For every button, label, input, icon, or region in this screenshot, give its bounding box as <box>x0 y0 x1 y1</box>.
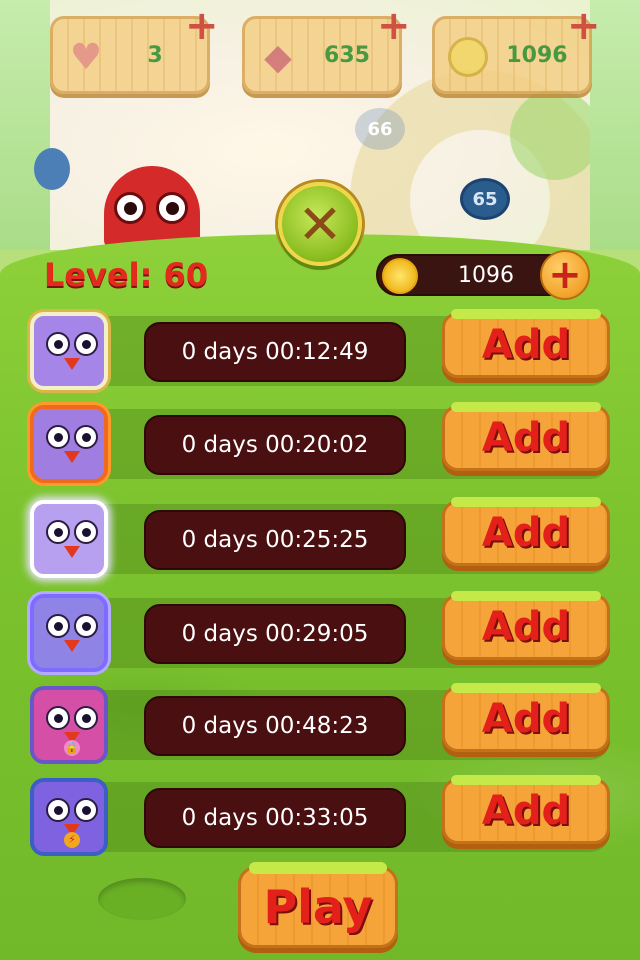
gems-counter: ◆ 635 + <box>242 6 411 94</box>
add-booster-button[interactable]: Add <box>442 497 610 566</box>
lock-bird-icon: 🔒 <box>30 686 108 764</box>
booster-timer: 0 days 00:20:02 <box>144 415 406 475</box>
lock-icon: 🔒 <box>64 740 80 756</box>
booster-timer: 0 days 00:33:05 <box>144 788 406 848</box>
coin-balance-value: 1096 <box>458 263 514 288</box>
fire-frame-bird-icon <box>30 405 108 483</box>
heart-icon: ♥ <box>69 36 103 78</box>
lives-counter: ♥ 3 + <box>50 6 219 94</box>
bird-eye <box>46 706 70 730</box>
booster-timer: 0 days 00:29:05 <box>144 604 406 664</box>
map-level-node: 66 <box>355 108 405 150</box>
bird-eye <box>46 425 70 449</box>
bird-eye <box>46 332 70 356</box>
booster-timer: 0 days 00:25:25 <box>144 510 406 570</box>
add-gems-plus-icon: + <box>377 3 411 49</box>
bird-eye <box>46 614 70 638</box>
bird-eye <box>156 192 188 224</box>
blue-frame-bird-icon <box>30 594 108 672</box>
gem-icon: ◆ <box>264 36 292 78</box>
add-lives-plus-icon: + <box>185 3 219 49</box>
bird-eye <box>114 192 146 224</box>
buy-coins-button[interactable]: + <box>540 250 590 300</box>
booster-row: 🔒 0 days 00:48:23 Add <box>30 683 610 764</box>
bird-beak <box>64 546 80 558</box>
bird-beak <box>64 451 80 463</box>
booster-row: 0 days 00:12:49 Add <box>30 309 610 390</box>
booster-row: 0 days 00:29:05 Add <box>30 591 610 672</box>
add-booster-button[interactable]: Add <box>442 309 610 378</box>
bird-eye <box>46 798 70 822</box>
bird-eye <box>46 520 70 544</box>
alarm-clock-bird-icon: ⚡ <box>30 778 108 856</box>
frost-frame-bird-icon <box>30 312 108 390</box>
bird-eye <box>74 520 98 544</box>
add-booster-button[interactable]: Add <box>442 683 610 752</box>
panel-decoration-hole <box>98 878 186 920</box>
lightning-bird-icon <box>30 500 108 578</box>
bird-beak <box>64 358 80 370</box>
add-booster-button[interactable]: Add <box>442 591 610 660</box>
bird-eye <box>74 425 98 449</box>
booster-timer: 0 days 00:12:49 <box>144 322 406 382</box>
left-background <box>0 0 50 250</box>
booster-row: 0 days 00:20:02 Add <box>30 402 610 483</box>
map-level-node <box>34 148 70 190</box>
bird-eye <box>74 798 98 822</box>
lightning-icon: ⚡ <box>64 832 80 848</box>
add-booster-button[interactable]: Add <box>442 775 610 844</box>
bird-eye <box>74 332 98 356</box>
bird-eye <box>74 706 98 730</box>
coin-icon <box>443 35 493 79</box>
booster-timer: 0 days 00:48:23 <box>144 696 406 756</box>
play-button[interactable]: Play <box>238 862 398 948</box>
level-label: Level: 60 <box>44 256 209 294</box>
add-booster-button[interactable]: Add <box>442 402 610 471</box>
bird-beak <box>64 640 80 652</box>
bird-eye <box>74 614 98 638</box>
map-level-node: 65 <box>460 178 510 220</box>
booster-row: 0 days 00:25:25 Add <box>30 497 610 578</box>
coins-counter: 1096 + <box>432 6 601 94</box>
map-bush <box>510 90 590 180</box>
close-button[interactable]: ✕ <box>278 182 362 266</box>
add-coins-plus-icon: + <box>567 3 601 49</box>
booster-row: ⚡ 0 days 00:33:05 Add <box>30 775 610 856</box>
coin-icon <box>382 258 418 294</box>
